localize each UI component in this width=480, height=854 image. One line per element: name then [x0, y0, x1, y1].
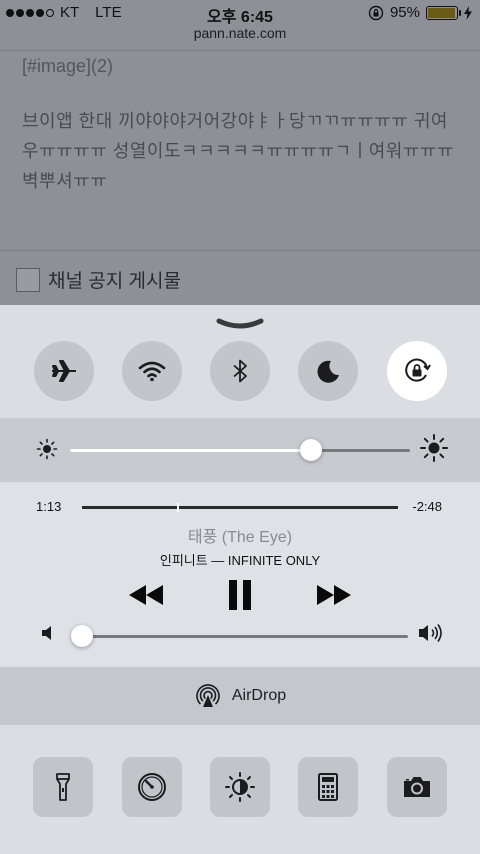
volume-high-icon: [419, 624, 442, 642]
divider: [0, 50, 480, 51]
brightness-high-icon: [420, 434, 448, 462]
timer-button[interactable]: [122, 757, 182, 817]
notice-option[interactable]: 채널 공지 게시물: [16, 266, 181, 293]
brightness-slider[interactable]: [70, 439, 410, 461]
divider: [0, 250, 480, 251]
pause-button[interactable]: [220, 578, 260, 612]
flashlight-icon: [56, 773, 70, 801]
calculator-icon: [318, 773, 338, 801]
brightness-fill: [70, 449, 311, 452]
brightness-low-icon: [36, 438, 58, 460]
control-center: 1:13 -2:48 태풍 (The Eye) 인피니트 — INFINITE …: [0, 305, 480, 854]
airplane-mode-toggle[interactable]: [34, 341, 94, 401]
status-right: 95%: [368, 4, 472, 21]
bluetooth-toggle[interactable]: [210, 341, 270, 401]
status-bar: KT LTE 오후 6:45 95%: [0, 0, 480, 26]
moon-icon: [317, 360, 339, 383]
camera-icon: [404, 777, 430, 797]
charging-bolt-icon: [464, 5, 472, 20]
url-bar[interactable]: pann.nate.com: [0, 25, 480, 41]
post-image-tag: [#image](2): [22, 56, 114, 76]
timer-icon: [138, 773, 166, 801]
volume-slider[interactable]: [71, 625, 408, 647]
rotation-lock-icon: [405, 358, 431, 382]
playback-controls: [0, 578, 480, 618]
notice-label: 채널 공지 게시물: [48, 271, 181, 292]
wifi-toggle[interactable]: [122, 341, 182, 401]
rewind-icon: [129, 585, 163, 605]
remaining-time: -2:48: [412, 499, 442, 514]
battery-percent: 95%: [389, 4, 420, 21]
camera-button[interactable]: [387, 757, 447, 817]
flashlight-button[interactable]: [33, 757, 93, 817]
shortcut-row: [0, 726, 480, 854]
playback-scrubber[interactable]: [82, 503, 398, 512]
airplane-icon: [52, 360, 76, 382]
toggle-row: [0, 341, 480, 411]
background-page: KT LTE 오후 6:45 95% pann.nate.com [#image…: [0, 0, 480, 320]
airdrop-button[interactable]: AirDrop: [0, 667, 480, 725]
rewind-button[interactable]: [126, 578, 166, 612]
battery-icon: [426, 5, 461, 20]
do-not-disturb-toggle[interactable]: [298, 341, 358, 401]
song-artist-album: 인피니트 — INFINITE ONLY: [159, 553, 321, 568]
post-body: 브이앱 한대 끼야야야거어강야ㅑㅏ당ㄲㄲㅠㅠㅠㅠ 귀여우ㅠㅠㅠㅠ 성열이도ㅋㅋㅋ…: [22, 111, 454, 191]
night-shift-button[interactable]: [210, 757, 270, 817]
grabber-chevron-icon[interactable]: [216, 317, 264, 331]
wifi-icon: [138, 361, 166, 382]
rotation-lock-toggle[interactable]: [387, 341, 447, 401]
media-player: 1:13 -2:48 태풍 (The Eye) 인피니트 — INFINITE …: [0, 483, 480, 665]
volume-thumb[interactable]: [71, 625, 93, 647]
notice-checkbox[interactable]: [16, 267, 40, 292]
playback-position-marker[interactable]: [177, 503, 179, 512]
bluetooth-icon: [233, 359, 247, 383]
fast-forward-button[interactable]: [314, 578, 354, 612]
brightness-thumb[interactable]: [300, 439, 322, 461]
elapsed-time: 1:13: [36, 499, 62, 514]
night-shift-icon: [225, 772, 255, 802]
pause-icon: [229, 580, 251, 610]
airdrop-label: AirDrop: [231, 687, 287, 704]
volume-low-icon: [42, 626, 51, 640]
airdrop-icon: [196, 684, 220, 707]
battery-fill: [428, 7, 455, 18]
fast-forward-icon: [317, 585, 351, 605]
calculator-button[interactable]: [298, 757, 358, 817]
song-title: 태풍 (The Eye): [187, 529, 293, 546]
rotation-lock-status-icon: [368, 5, 384, 20]
brightness-row: [0, 418, 480, 482]
